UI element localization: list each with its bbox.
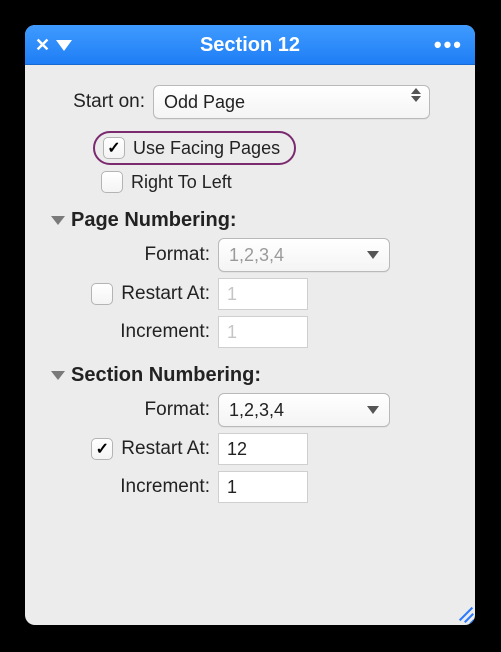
start-on-popup[interactable]: Odd Page: [153, 85, 430, 119]
sn-format-value: 1,2,3,4: [229, 400, 284, 421]
pn-format-value: 1,2,3,4: [229, 245, 284, 266]
pn-increment-row: Increment: 1: [45, 316, 455, 348]
popup-arrows-icon: [411, 88, 421, 102]
facing-pages-label: Use Facing Pages: [133, 138, 280, 159]
pn-format-row: Format: 1,2,3,4: [45, 238, 455, 272]
chevron-down-icon: [367, 406, 379, 414]
sn-restart-checkbox[interactable]: [91, 438, 113, 460]
sn-increment-label: Increment:: [45, 476, 218, 498]
pn-increment-label: Increment:: [45, 321, 218, 343]
titlebar-menu-icon[interactable]: [56, 40, 72, 51]
page-numbering-title: Page Numbering:: [71, 209, 237, 232]
pn-format-popup[interactable]: 1,2,3,4: [218, 238, 390, 272]
sn-increment-row: Increment: 1: [45, 471, 455, 503]
sn-restart-label: Restart At:: [121, 438, 210, 460]
sn-restart-field[interactable]: 12: [218, 433, 308, 465]
resize-grip-icon[interactable]: [453, 603, 473, 623]
titlebar: ✕ Section 12 •••: [25, 25, 475, 65]
pn-restart-field[interactable]: 1: [218, 278, 308, 310]
rtl-checkbox[interactable]: [101, 171, 123, 193]
sn-restart-row: Restart At: 12: [45, 433, 455, 465]
rtl-row: Right To Left: [101, 171, 455, 193]
more-icon[interactable]: •••: [434, 34, 463, 56]
panel-body: Start on: Odd Page Use Facing Pages Righ…: [25, 65, 475, 503]
start-on-value: Odd Page: [164, 92, 245, 113]
section-numbering-header[interactable]: Section Numbering:: [51, 364, 455, 387]
inspector-panel: ✕ Section 12 ••• Start on: Odd Page Use …: [25, 25, 475, 625]
sn-restart-value: 12: [227, 439, 247, 460]
pn-restart-label: Restart At:: [121, 283, 210, 305]
page-numbering-header[interactable]: Page Numbering:: [51, 209, 455, 232]
start-on-row: Start on: Odd Page: [45, 85, 455, 119]
panel-title: Section 12: [200, 34, 300, 57]
pn-restart-checkbox[interactable]: [91, 283, 113, 305]
sn-increment-field[interactable]: 1: [218, 471, 308, 503]
pn-restart-value: 1: [227, 284, 237, 305]
chevron-down-icon: [367, 251, 379, 259]
sn-increment-value: 1: [227, 477, 237, 498]
disclosure-icon: [51, 371, 65, 380]
facing-pages-highlight: Use Facing Pages: [93, 131, 296, 165]
pn-format-label: Format:: [45, 244, 218, 266]
pn-restart-row: Restart At: 1: [45, 278, 455, 310]
rtl-label: Right To Left: [131, 172, 232, 193]
facing-pages-row: Use Facing Pages: [93, 131, 455, 165]
sn-format-popup[interactable]: 1,2,3,4: [218, 393, 390, 427]
pn-increment-field[interactable]: 1: [218, 316, 308, 348]
sn-format-label: Format:: [45, 399, 218, 421]
pn-increment-value: 1: [227, 322, 237, 343]
section-numbering-title: Section Numbering:: [71, 364, 261, 387]
start-on-label: Start on:: [45, 91, 153, 113]
disclosure-icon: [51, 216, 65, 225]
facing-pages-checkbox[interactable]: [103, 137, 125, 159]
sn-format-row: Format: 1,2,3,4: [45, 393, 455, 427]
close-icon[interactable]: ✕: [35, 35, 50, 56]
